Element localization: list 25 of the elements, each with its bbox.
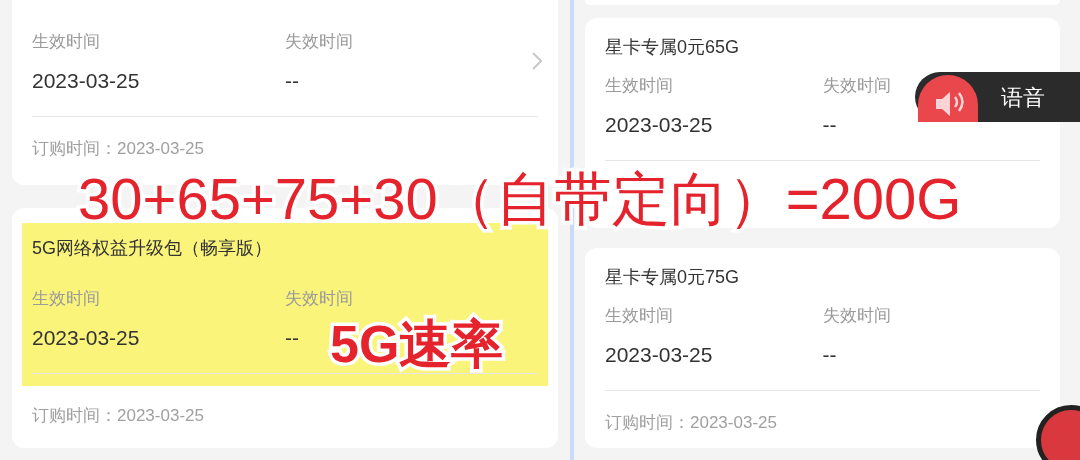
order-time: 订购时间：2023-03-25 [31,405,205,427]
order-time: 订购时间：2023-03-25 [31,138,205,160]
field-value: -- [822,342,837,368]
field-value: 2023-03-25 [32,325,140,351]
field-label: 失效时间 [285,288,353,310]
field-value: 2023-03-25 [605,112,713,138]
field-value: -- [822,112,837,138]
field-value: 2023-03-25 [605,342,713,368]
field-value: -- [285,325,299,351]
order-time: 订购时间：2023-03-25 [604,412,778,434]
field-value: -- [285,68,299,94]
field-label: 失效时间 [822,75,891,97]
speaker-icon [918,75,978,122]
card-title: 星卡专属0元65G [605,36,741,59]
field-label: 失效时间 [822,305,891,327]
field-label: 生效时间 [32,31,100,53]
field-label: 生效时间 [605,75,673,97]
card-title: 5G网络权益升级包（畅享版） [32,237,273,260]
field-label: 生效时间 [605,305,673,327]
field-label: 失效时间 [285,31,353,53]
annotation-text: 30+65+75+30（自带定向）=200G [78,165,962,233]
field-label: 生效时间 [32,288,100,310]
card-title: 星卡专属0元75G [605,266,741,289]
annotation-text: 5G速率 [330,314,504,375]
field-value: 2023-03-25 [32,68,140,94]
